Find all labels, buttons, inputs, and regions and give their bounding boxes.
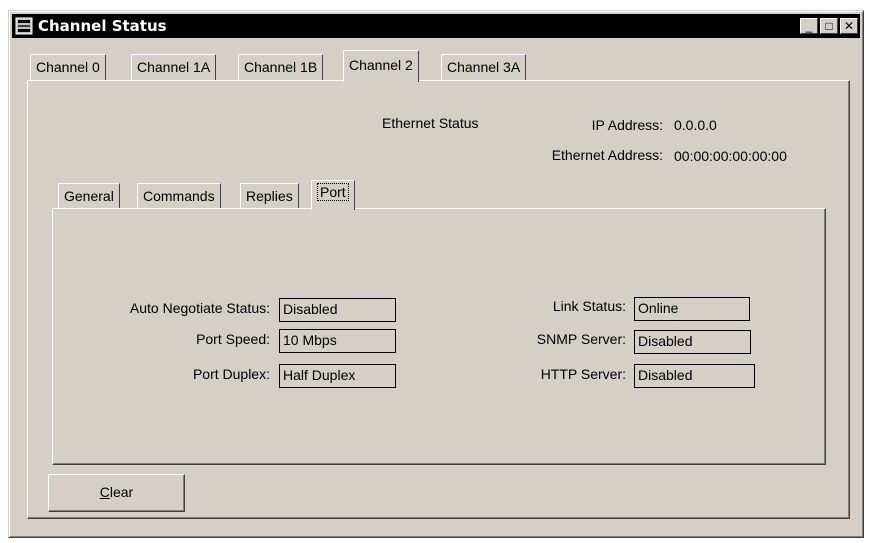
tab-channel-1a[interactable]: Channel 1A [131, 54, 217, 80]
snmp-server-field: Disabled [634, 330, 751, 354]
minimize-button[interactable]: _ [800, 18, 818, 34]
snmp-server-label: SNMP Server: [536, 331, 626, 347]
ip-address-value: 0.0.0.0 [674, 117, 717, 133]
ip-address-label: IP Address: [591, 117, 663, 133]
port-speed-label: Port Speed: [196, 331, 270, 347]
maximize-button[interactable]: □ [820, 18, 838, 34]
ethernet-address-label: Ethernet Address: [551, 147, 663, 163]
link-status-field: Online [634, 297, 750, 321]
ethernet-status-heading: Ethernet Status [382, 115, 479, 131]
app-icon [15, 17, 33, 35]
clear-label: lear [109, 484, 134, 500]
port-duplex-field: Half Duplex [279, 364, 396, 388]
tab-channel-3a[interactable]: Channel 3A [441, 54, 527, 80]
clear-button[interactable]: Clear [48, 474, 185, 512]
clear-mnemonic: C [99, 484, 110, 500]
http-server-label: HTTP Server: [540, 366, 626, 382]
tab-replies[interactable]: Replies [240, 183, 299, 208]
tab-port[interactable]: Port [311, 180, 355, 210]
auto-negotiate-label: Auto Negotiate Status: [129, 300, 270, 316]
ethernet-address-value: 00:00:00:00:00:00 [674, 148, 787, 164]
tab-port-label: Port [317, 183, 349, 201]
link-status-label: Link Status: [552, 298, 626, 314]
http-server-field: Disabled [634, 364, 755, 388]
tab-channel-1b[interactable]: Channel 1B [238, 54, 324, 80]
port-speed-field: 10 Mbps [279, 329, 396, 353]
auto-negotiate-field: Disabled [279, 298, 396, 322]
window-title: Channel Status [38, 17, 167, 35]
tab-channel-2[interactable]: Channel 2 [343, 50, 419, 82]
port-duplex-label: Port Duplex: [192, 366, 270, 382]
title-bar[interactable]: Channel Status _ □ ✕ [12, 14, 860, 38]
close-button[interactable]: ✕ [840, 18, 858, 34]
tab-commands[interactable]: Commands [137, 183, 221, 208]
tab-channel-0[interactable]: Channel 0 [30, 54, 106, 80]
tab-general[interactable]: General [58, 183, 120, 208]
